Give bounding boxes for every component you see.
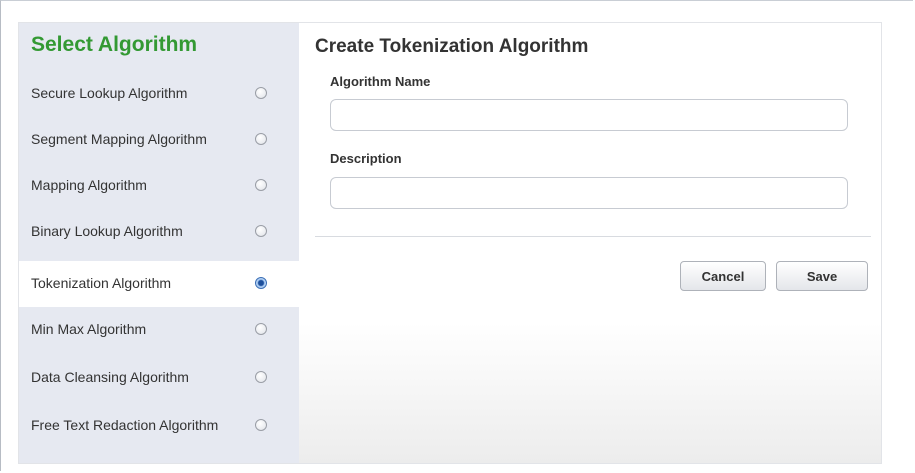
sidebar-item-free-text-redaction[interactable]: Free Text Redaction Algorithm xyxy=(19,403,299,449)
cancel-button[interactable]: Cancel xyxy=(680,261,766,291)
sidebar-item-label: Mapping Algorithm xyxy=(31,177,147,193)
sidebar-item-label: Min Max Algorithm xyxy=(31,321,147,337)
save-button[interactable]: Save xyxy=(776,261,868,291)
radio-button[interactable] xyxy=(255,323,267,335)
radio-button[interactable] xyxy=(255,133,267,145)
sidebar-item-label: Data Cleansing Algorithm xyxy=(31,369,189,385)
sidebar-item-binary-lookup[interactable]: Binary Lookup Algorithm xyxy=(19,209,299,255)
sidebar-item-min-max[interactable]: Min Max Algorithm xyxy=(19,307,299,353)
algorithm-dialog: Select Algorithm Secure Lookup Algorithm… xyxy=(18,22,882,464)
sidebar-item-tokenization[interactable]: Tokenization Algorithm xyxy=(19,261,299,307)
sidebar-item-label: Secure Lookup Algorithm xyxy=(31,85,188,101)
sidebar-item-label: Free Text Redaction Algorithm xyxy=(31,417,219,433)
page-title: Create Tokenization Algorithm xyxy=(315,36,589,57)
description-label: Description xyxy=(330,151,402,166)
algorithm-name-label: Algorithm Name xyxy=(330,74,431,89)
description-input[interactable] xyxy=(330,177,848,209)
sidebar-item-mapping[interactable]: Mapping Algorithm xyxy=(19,163,299,209)
sidebar-item-label: Tokenization Algorithm xyxy=(31,275,172,291)
sidebar-title: Select Algorithm xyxy=(31,33,198,56)
sidebar-item-label: Segment Mapping Algorithm xyxy=(31,131,207,147)
radio-button[interactable] xyxy=(255,371,267,383)
sidebar-item-label: Binary Lookup Algorithm xyxy=(31,223,183,239)
radio-button[interactable] xyxy=(255,225,267,237)
algorithm-sidebar: Select Algorithm Secure Lookup Algorithm… xyxy=(19,23,299,463)
algorithm-name-input[interactable] xyxy=(330,99,848,131)
sidebar-item-segment-mapping[interactable]: Segment Mapping Algorithm xyxy=(19,117,299,163)
radio-button-selected[interactable] xyxy=(255,277,267,289)
radio-button[interactable] xyxy=(255,179,267,191)
sidebar-item-secure-lookup[interactable]: Secure Lookup Algorithm xyxy=(19,71,299,117)
form-divider xyxy=(315,236,871,237)
radio-button[interactable] xyxy=(255,419,267,431)
radio-button[interactable] xyxy=(255,87,267,99)
sidebar-item-data-cleansing[interactable]: Data Cleansing Algorithm xyxy=(19,355,299,401)
